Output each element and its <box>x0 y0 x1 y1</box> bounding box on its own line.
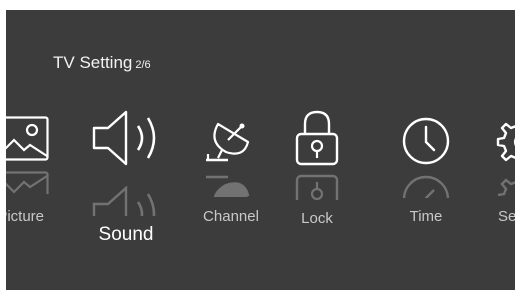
padlock-icon <box>295 110 339 166</box>
menu-item-picture[interactable] <box>6 116 50 162</box>
gear-icon <box>496 122 515 162</box>
satellite-dish-icon-reflection <box>204 175 254 197</box>
clock-icon-reflection <box>401 174 451 198</box>
menu-label-sound: Sound <box>98 224 154 245</box>
menu-item-time[interactable] <box>401 116 451 166</box>
speaker-icon <box>92 110 156 166</box>
menu-label-picture: Picture <box>6 208 44 225</box>
satellite-dish-icon <box>206 122 250 162</box>
menu-label-channel: Channel <box>203 208 259 225</box>
settings-carousel: Picture Sound <box>6 10 515 290</box>
menu-label-setup: Setup <box>498 208 515 225</box>
gear-icon-reflection <box>498 174 515 196</box>
menu-item-setup[interactable] <box>496 118 515 166</box>
menu-item-channel[interactable] <box>204 118 254 162</box>
menu-label-time: Time <box>409 208 443 225</box>
padlock-icon-reflection <box>295 174 339 200</box>
menu-label-lock: Lock <box>301 210 333 227</box>
menu-item-lock[interactable] <box>295 110 339 166</box>
speaker-icon-reflection <box>92 186 162 216</box>
clock-icon <box>402 117 450 165</box>
picture-icon-reflection <box>6 170 50 194</box>
tv-settings-screen: TV Setting2/6 Picture <box>6 10 515 290</box>
picture-icon <box>6 116 49 161</box>
menu-item-sound[interactable] <box>92 110 162 166</box>
